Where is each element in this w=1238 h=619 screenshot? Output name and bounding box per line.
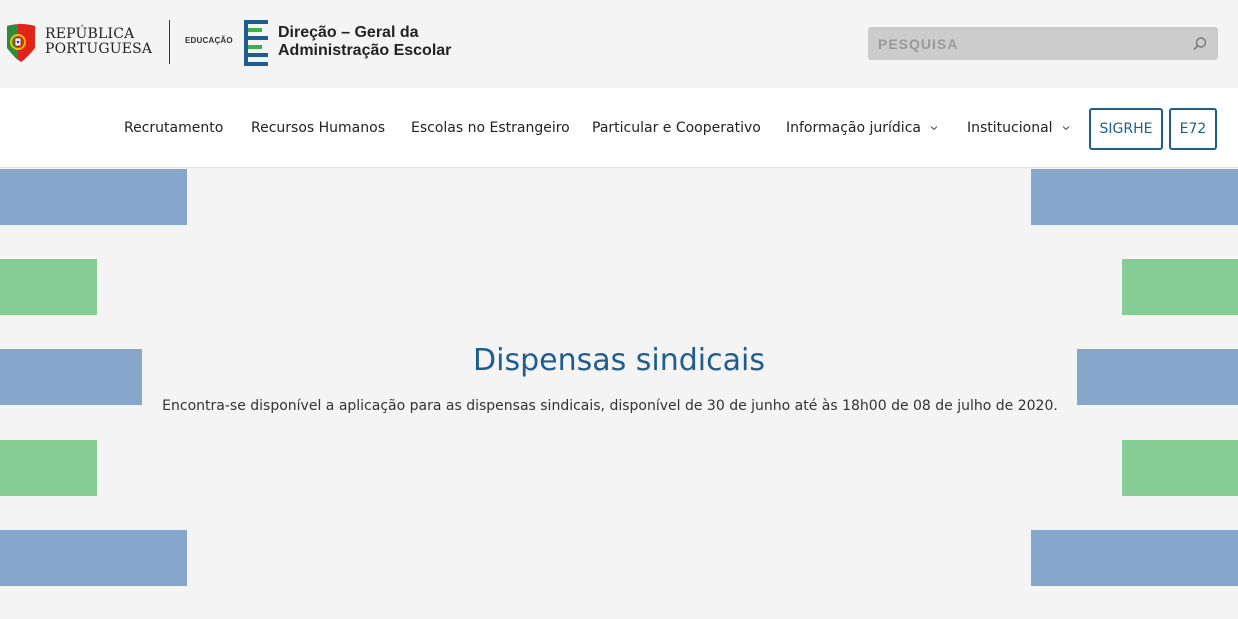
main-navigation: Recrutamento Recursos Humanos Escolas no… [0,88,1238,168]
nav-item-particular-cooperativo[interactable]: Particular e Cooperativo [592,88,761,168]
decorative-bar [0,169,187,225]
decorative-bar [1122,259,1238,315]
nav-item-label: Escolas no Estrangeiro [411,120,570,136]
hero-description: Encontra-se disponível a aplicação para … [162,398,1058,414]
hero-banner: Dispensas sindicais Encontra-se disponív… [0,169,1238,619]
decorative-bar [1122,440,1238,496]
e72-button[interactable]: E72 [1169,108,1217,150]
portuguesa-line: PORTUGUESA [45,41,153,57]
dgae-line-1: Direção – Geral da [278,24,419,41]
nav-item-label: Particular e Cooperativo [592,120,761,136]
nav-item-label: Institucional [967,120,1053,136]
search-icon[interactable] [1192,36,1208,52]
nav-item-institucional[interactable]: Institucional [967,88,1070,168]
dgae-logo-icon[interactable] [244,20,270,66]
decorative-bar [1031,169,1238,225]
decorative-bar [0,440,97,496]
search-input[interactable] [878,35,1178,52]
top-header: REPÚBLICA PORTUGUESA EDUCAÇÃO Direção – … [0,0,1238,88]
nav-item-recrutamento[interactable]: Recrutamento [124,88,223,168]
search-box [868,27,1218,60]
decorative-bar [1031,530,1238,586]
dgae-title[interactable]: Direção – Geral da Administração Escolar [278,24,451,60]
republica-portuguesa-text: REPÚBLICA PORTUGUESA [45,27,152,57]
dgae-line-2: Administração Escolar [278,42,452,59]
nav-item-recursos-humanos[interactable]: Recursos Humanos [251,88,385,168]
hero-title[interactable]: Dispensas sindicais [0,343,1238,378]
chevron-down-icon [930,126,938,131]
sigrhe-button[interactable]: SIGRHE [1089,108,1163,150]
nav-item-informacao-juridica[interactable]: Informação jurídica [786,88,938,168]
republica-line: REPÚBLICA [45,26,135,42]
nav-item-label: Recrutamento [124,120,224,136]
republica-portuguesa-logo[interactable]: REPÚBLICA PORTUGUESA [5,20,152,64]
chevron-down-icon [1062,126,1069,131]
header-divider [169,20,170,64]
decorative-bar [0,530,187,586]
portuguese-flag-emblem-icon [7,24,35,62]
educacao-label: EDUCAÇÃO [185,36,233,45]
nav-item-label: Recursos Humanos [251,120,385,136]
nav-item-label: Informação jurídica [786,120,921,136]
decorative-bar [0,259,97,315]
nav-item-escolas-estrangeiro[interactable]: Escolas no Estrangeiro [411,88,570,168]
